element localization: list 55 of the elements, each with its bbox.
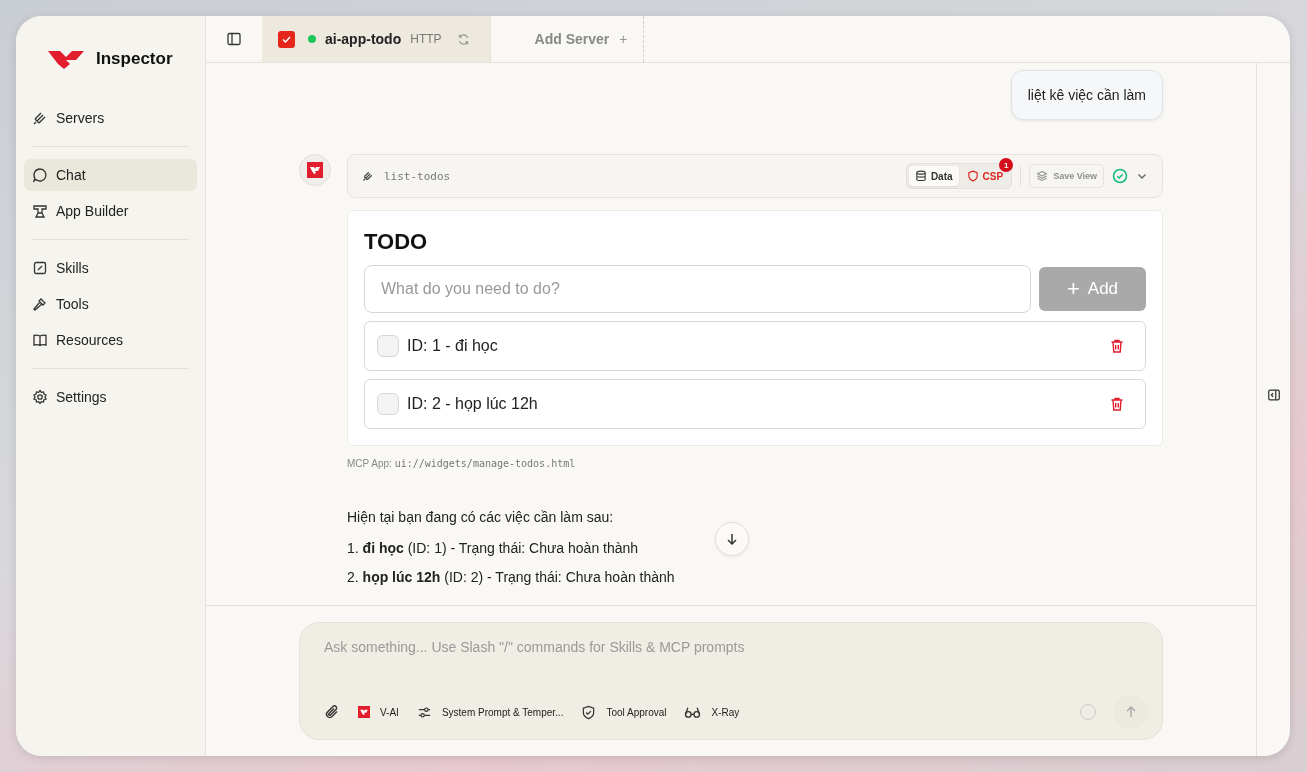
paperclip-icon[interactable] [324, 704, 340, 720]
skills-icon [32, 260, 48, 276]
hammer-icon [32, 296, 48, 312]
scroll-down-button[interactable] [715, 522, 749, 556]
panel-toggle-icon[interactable] [1266, 387, 1281, 402]
composer[interactable]: Ask something... Use Slash "/" commands for Skills & MCP prompts V-AI System Prompt & Temper... Tool Approval X-Ray [299, 622, 1163, 740]
tool-name: list-todos [384, 169, 451, 183]
todo-checkbox[interactable] [377, 393, 399, 415]
composer-tool-button[interactable]: Tool Approval [581, 704, 667, 720]
shield-check-icon [581, 704, 597, 720]
count-badge: 1 [999, 158, 1014, 172]
sidebar-item[interactable]: Settings [24, 381, 197, 413]
settings-icon [32, 389, 48, 405]
server-name: ai-app-todo [325, 31, 402, 47]
todo-checkbox[interactable] [377, 335, 399, 357]
sidebar-item[interactable]: Resources [24, 324, 197, 356]
logo-icon [358, 706, 370, 718]
message-input[interactable]: Ask something... Use Slash "/" commands for Skills & MCP prompts [324, 639, 1138, 697]
todo-text: ID: 1 - đi học [407, 337, 498, 355]
todo-text: ID: 2 - họp lúc 12h [407, 395, 538, 413]
database-icon [914, 170, 927, 182]
sidebar-item[interactable]: Servers [24, 102, 197, 134]
server-tab[interactable]: ai-app-todo HTTP [262, 16, 491, 62]
trash-icon[interactable] [1109, 338, 1125, 354]
user-message: liệt kê việc cần làm [1010, 70, 1163, 120]
layers-icon [1036, 170, 1049, 182]
composer-tool-button[interactable]: V-AI [358, 706, 399, 718]
view-tab[interactable]: Data [908, 166, 959, 186]
reply-list-item: 1. đi học (ID: 1) - Trạng thái: Chưa hoàn thành [347, 540, 640, 556]
sidebar-item[interactable]: Tools [24, 288, 197, 320]
reply-text: Hiện tại bạn đang có các việc cần làm sau: [347, 509, 615, 525]
sliders-icon [416, 704, 432, 720]
assistant-avatar [299, 154, 331, 186]
sidebar-item[interactable]: App Builder [24, 195, 197, 227]
app-source: MCP App: ui://widgets/manage-todos.html [347, 458, 577, 469]
book-icon [32, 332, 48, 348]
app-name: Inspector [96, 49, 173, 69]
widget-title: TODO [364, 229, 429, 255]
reply-list-item: 2. họp lúc 12h (ID: 2) - Trạng thái: Chưa hoàn thành [347, 569, 676, 585]
todo-input[interactable]: What do you need to do? [364, 265, 1031, 313]
arrow-down-icon [725, 532, 739, 546]
composer-tool-button[interactable]: System Prompt & Temper... [416, 704, 564, 720]
plug-icon [32, 110, 48, 126]
transport-label: HTTP [410, 32, 442, 46]
arrow-up-icon [1124, 705, 1138, 719]
anvil-icon [32, 203, 48, 219]
plug-icon [362, 170, 374, 182]
shield-icon [966, 170, 979, 182]
logo-icon [48, 48, 84, 70]
trash-icon[interactable] [1109, 396, 1125, 412]
chat-icon [32, 167, 48, 183]
sidebar-item[interactable]: Chat [24, 159, 197, 191]
sidebar-item[interactable]: Skills [24, 252, 197, 284]
app-check-icon [278, 30, 295, 48]
composer-tool-button[interactable]: X-Ray [684, 704, 740, 720]
